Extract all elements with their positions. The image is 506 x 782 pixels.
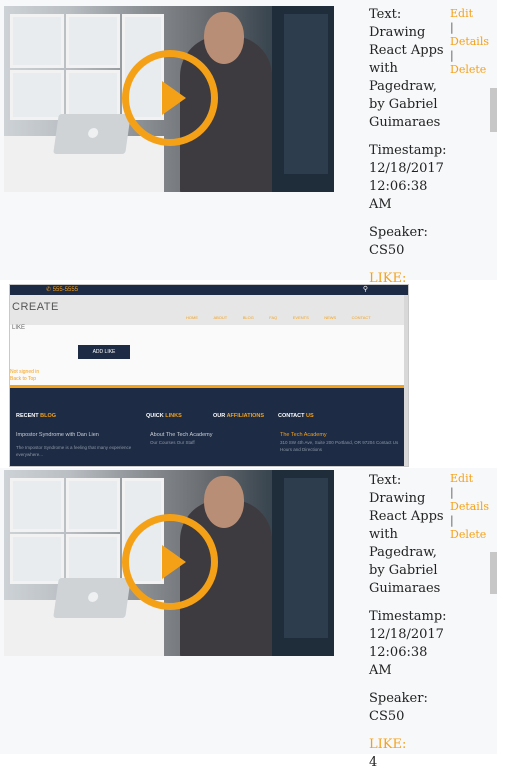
video-thumbnail[interactable]: [4, 6, 334, 192]
timestamp-time: 12:06:38 AM: [369, 179, 428, 212]
edit-link[interactable]: Edit |: [450, 472, 496, 500]
edit-link[interactable]: Edit |: [450, 7, 496, 35]
timestamp-label: Timestamp:: [369, 609, 447, 624]
site-phone: ✆ 555-5555: [46, 287, 79, 293]
footer-text: About The Tech Academy: [150, 432, 213, 438]
site-add-button: ADD LIKE: [78, 345, 130, 359]
text-label: Text:: [369, 473, 402, 488]
site-nav-menu: HOME ABOUT BLOG FAQ EVENTS NEWS CONTACT: [186, 306, 382, 324]
footer-heading: CONTACT US: [278, 413, 314, 419]
footer-heading: QUICK LINKS: [146, 413, 182, 419]
site-nav-item: ABOUT: [213, 315, 228, 320]
text-label: Text:: [369, 7, 402, 22]
site-topbar: ✆ 555-5555 ⚲: [10, 285, 408, 295]
site-nav-item: FAQ: [269, 315, 278, 320]
speaker-label: Speaker:: [369, 225, 428, 240]
site-footer: RECENT BLOG QUICK LINKS OUR AFFILIATIONS…: [10, 385, 408, 466]
site-nav-item: EVENTS: [292, 315, 309, 320]
speaker-head: [204, 476, 244, 528]
footer-heading: OUR AFFILIATIONS: [213, 413, 265, 419]
post-info: Text: Drawing React Apps with Pagedraw, b…: [369, 6, 447, 316]
timestamp-date: 12/18/2017: [369, 627, 444, 642]
window-pane: [10, 70, 64, 120]
footer-small-text: The Impostor Syndrome is a feeling that …: [16, 445, 132, 457]
speaker-value: CS50: [369, 709, 405, 724]
window-pane: [66, 14, 120, 68]
window-pane: [66, 534, 120, 584]
like-label[interactable]: LIKE:: [369, 736, 447, 754]
speaker-label: Speaker:: [369, 691, 428, 706]
site-body: LIKE ADD LIKE Not signed in Back to Top: [10, 325, 408, 385]
search-icon: ⚲: [362, 286, 368, 293]
footer-small-text: 310 SW 4th Ave, Suite 200 Portland, OR 9…: [280, 440, 399, 452]
play-icon[interactable]: [122, 50, 218, 146]
window-pane: [66, 478, 120, 532]
delete-link[interactable]: Delete: [450, 528, 496, 542]
footer-text: Impostor Syndrome with Dan Lien: [16, 432, 99, 438]
scrollbar-thumb[interactable]: [490, 88, 497, 132]
projector-screen: [272, 6, 334, 192]
timestamp-label: Timestamp:: [369, 143, 447, 158]
timestamp-time: 12:06:38 AM: [369, 645, 428, 678]
timestamp-date: 12/18/2017: [369, 161, 444, 176]
site-nav-item: HOME: [186, 315, 198, 320]
site-scrollbar: [404, 295, 408, 466]
website-screenshot: ✆ 555-5555 ⚲ CREATE HOME ABOUT BLOG FAQ …: [9, 284, 409, 467]
window-pane: [10, 14, 64, 68]
delete-link[interactable]: Delete: [450, 63, 496, 77]
post-actions: Edit | Details | Delete: [450, 472, 496, 542]
play-icon[interactable]: [122, 514, 218, 610]
window-pane: [10, 534, 64, 584]
text-value: Drawing React Apps with Pagedraw, by Gab…: [369, 491, 444, 596]
projector-screen: [272, 470, 334, 656]
site-body-label: LIKE: [12, 325, 26, 331]
site-link: Back to Top: [10, 376, 37, 382]
speaker-head: [204, 12, 244, 64]
text-value: Drawing React Apps with Pagedraw, by Gab…: [369, 25, 444, 130]
footer-text: The Tech Academy: [280, 432, 327, 438]
site-link: Not signed in: [10, 369, 40, 375]
window-pane: [66, 70, 120, 120]
laptop-image: [53, 114, 131, 154]
site-nav-item: NEWS: [324, 315, 337, 320]
window-pane: [10, 478, 64, 532]
footer-small-text: Our Courses Our Staff: [150, 440, 195, 445]
site-logo: CREATE: [12, 301, 59, 313]
site-nav-item: CONTACT: [351, 315, 371, 320]
post-actions: Edit | Details | Delete: [450, 7, 496, 77]
details-link[interactable]: Details |: [450, 35, 496, 63]
details-link[interactable]: Details |: [450, 500, 496, 528]
video-thumbnail[interactable]: [4, 470, 334, 656]
like-count: 4: [369, 755, 378, 770]
speaker-value: CS50: [369, 243, 405, 258]
site-nav-item: BLOG: [242, 315, 254, 320]
scrollbar-thumb[interactable]: [490, 552, 497, 594]
post-info: Text: Drawing React Apps with Pagedraw, b…: [369, 472, 447, 782]
site-navbar: CREATE HOME ABOUT BLOG FAQ EVENTS NEWS C…: [10, 295, 408, 325]
footer-heading: RECENT BLOG: [16, 413, 57, 419]
laptop-image: [53, 578, 131, 618]
